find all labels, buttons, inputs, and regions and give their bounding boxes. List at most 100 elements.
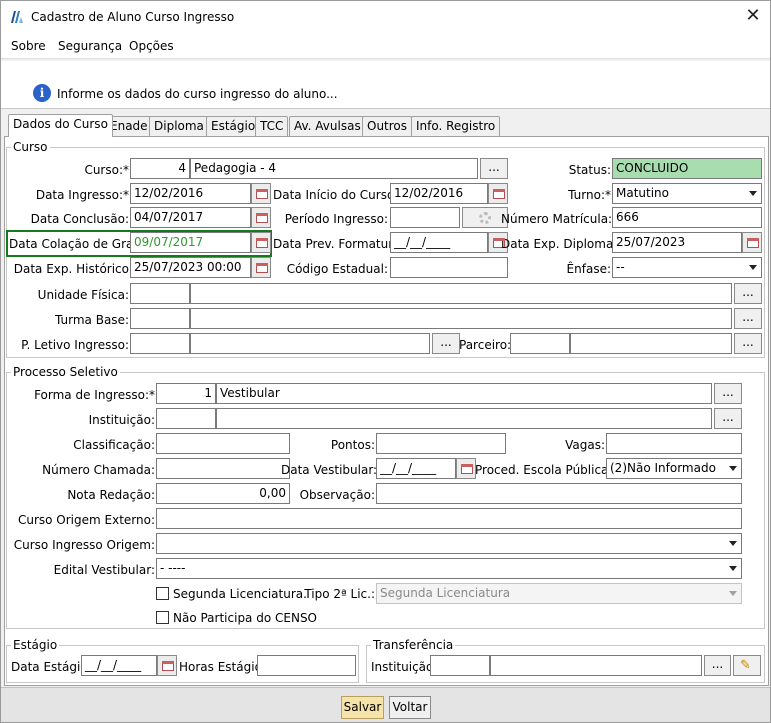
window-title: Cadastro de Aluno Curso Ingresso xyxy=(31,10,235,24)
nota-redacao-input[interactable]: 0,00 xyxy=(156,483,290,504)
proced-escola-label: Proced. Escola Pública:* xyxy=(475,463,619,477)
calendar-icon-data-exp-historico[interactable] xyxy=(251,257,271,278)
instituicao-name-input[interactable] xyxy=(216,408,712,429)
proced-escola-select[interactable]: (2)Não Informado xyxy=(606,458,742,479)
periodo-ingresso-label: Período Ingresso: xyxy=(284,212,388,226)
periodo-ingresso-input[interactable] xyxy=(390,207,460,228)
observacao-input[interactable] xyxy=(376,483,742,504)
p-letivo-name-input[interactable] xyxy=(190,333,430,354)
unidade-fisica-label: Unidade Física: xyxy=(37,288,129,302)
instituicao-code-input[interactable] xyxy=(156,408,216,429)
parceiro-name-input[interactable] xyxy=(570,333,732,354)
calendar-icon-data-ingresso[interactable] xyxy=(251,183,271,204)
turma-base-lookup-button[interactable]: ... xyxy=(734,308,762,329)
curso-name-input[interactable]: Pedagogia - 4 xyxy=(190,158,478,179)
curso-lookup-button[interactable]: ... xyxy=(480,158,508,179)
nota-redacao-label: Nota Redação: xyxy=(67,488,155,502)
unidade-fisica-lookup-button[interactable]: ... xyxy=(734,283,762,304)
close-icon[interactable]: ✕ xyxy=(742,5,764,27)
transferencia-instituicao-code-input[interactable] xyxy=(430,655,490,676)
turma-base-code-input[interactable] xyxy=(130,308,190,329)
calendar-icon-data-colacao[interactable] xyxy=(251,232,271,253)
tab-info-registro[interactable]: Info. Registro xyxy=(411,116,501,136)
data-vestibular-input[interactable]: __/__/____ xyxy=(376,458,456,479)
data-colacao-input[interactable]: 09/07/2017 xyxy=(130,232,251,253)
data-exp-diploma-label: Data Exp. Diploma: xyxy=(501,237,618,251)
footer-bar: Salvar Voltar xyxy=(1,687,770,722)
numero-chamada-input[interactable] xyxy=(156,458,290,479)
p-letivo-lookup-button[interactable]: ... xyxy=(432,333,460,354)
transferencia-edit-button[interactable]: ✎ xyxy=(733,655,761,676)
voltar-button[interactable]: Voltar xyxy=(389,696,431,719)
calendar-icon-data-vestibular[interactable] xyxy=(456,458,476,479)
p-letivo-code-input[interactable] xyxy=(130,333,190,354)
forma-ingresso-label: Forma de Ingresso:* xyxy=(34,388,155,402)
tab-diploma[interactable]: Diploma xyxy=(149,116,209,136)
calendar-icon-data-inicio[interactable] xyxy=(488,183,508,204)
menu-seguranca[interactable]: Segurança xyxy=(58,39,122,53)
unidade-fisica-code-input[interactable] xyxy=(130,283,190,304)
menu-opcoes[interactable]: Opções xyxy=(129,39,174,53)
classificacao-input[interactable] xyxy=(156,433,290,454)
unidade-fisica-name-input[interactable] xyxy=(190,283,732,304)
data-ingresso-input[interactable]: 12/02/2016 xyxy=(130,183,251,204)
data-inicio-label: Data Início do Curso: xyxy=(273,188,399,202)
forma-ingresso-code-input[interactable]: 1 xyxy=(156,383,216,404)
calendar-icon-data-exp-diploma[interactable] xyxy=(742,232,762,253)
observacao-label: Observação: xyxy=(299,488,375,502)
edital-vestibular-select[interactable]: - ---- xyxy=(156,558,742,579)
curso-code-input[interactable]: 4 xyxy=(130,158,190,179)
transferencia-lookup-button[interactable]: ... xyxy=(704,655,731,676)
codigo-estadual-label: Código Estadual: xyxy=(286,262,388,276)
parceiro-code-input[interactable] xyxy=(510,333,570,354)
edital-vestibular-label: Edital Vestibular: xyxy=(53,563,155,577)
codigo-estadual-input[interactable] xyxy=(390,257,508,278)
salvar-button[interactable]: Salvar xyxy=(341,696,384,719)
data-inicio-input[interactable]: 12/02/2016 xyxy=(390,183,488,204)
enfase-selected-value: -- xyxy=(616,260,625,274)
nao-participa-censo-checkbox[interactable] xyxy=(156,611,169,624)
calendar-icon-data-estagio[interactable] xyxy=(157,655,177,676)
tab-tcc[interactable]: TCC xyxy=(255,116,289,136)
turno-selected-value: Matutino xyxy=(616,186,670,200)
proced-escola-selected-value: (2)Não Informado xyxy=(610,461,716,475)
tipo-2a-lic-select[interactable]: Segunda Licenciatura xyxy=(376,583,742,604)
data-prev-formatura-input[interactable]: __/__/____ xyxy=(390,232,488,253)
vagas-label: Vagas: xyxy=(565,438,605,452)
tab-outros[interactable]: Outros xyxy=(362,116,413,136)
data-exp-historico-label: Data Exp. Histórico xyxy=(13,262,129,276)
data-colacao-label: Data Colação de Grau: xyxy=(9,237,146,251)
curso-label: Curso:* xyxy=(84,163,129,177)
segunda-licenciatura-checkbox[interactable] xyxy=(156,587,169,600)
instituicao-lookup-button[interactable]: ... xyxy=(714,408,742,429)
app-logo-icon xyxy=(11,11,23,23)
curso-origem-externo-label: Curso Origem Externo: xyxy=(17,513,155,527)
turma-base-name-input[interactable] xyxy=(190,308,732,329)
tab-dados-do-curso[interactable]: Dados do Curso xyxy=(8,114,113,137)
forma-ingresso-lookup-button[interactable]: ... xyxy=(714,383,742,404)
numero-matricula-input[interactable]: 666 xyxy=(612,207,762,228)
curso-ingresso-origem-select[interactable] xyxy=(156,533,742,554)
tab-estagio[interactable]: Estágio xyxy=(206,116,261,136)
menu-sobre[interactable]: Sobre xyxy=(11,39,46,53)
data-estagio-input[interactable]: __/__/____ xyxy=(81,655,157,676)
tab-av-avulsas[interactable]: Av. Avulsas xyxy=(289,116,366,136)
enfase-select[interactable]: -- xyxy=(612,257,762,278)
data-exp-diploma-input[interactable]: 25/07/2023 xyxy=(612,232,742,253)
curso-ingresso-origem-label: Curso Ingresso Origem: xyxy=(13,538,155,552)
data-exp-historico-input[interactable]: 25/07/2023 00:00 xyxy=(130,257,251,278)
forma-ingresso-name-input[interactable]: Vestibular xyxy=(216,383,712,404)
turno-select[interactable]: Matutino xyxy=(612,183,762,204)
turno-label: Turno:* xyxy=(568,188,611,202)
parceiro-lookup-button[interactable]: ... xyxy=(734,333,762,354)
transferencia-instituicao-name-input[interactable] xyxy=(490,655,702,676)
vagas-input[interactable] xyxy=(606,433,742,454)
calendar-icon-data-conclusao[interactable] xyxy=(251,207,271,228)
data-estagio-label: Data Estágio: xyxy=(11,660,92,674)
parceiro-label: Parceiro: xyxy=(459,338,512,352)
pontos-input[interactable] xyxy=(376,433,506,454)
horas-estagio-input[interactable] xyxy=(257,655,356,676)
p-letivo-label: P. Letivo Ingresso: xyxy=(21,338,129,352)
curso-origem-externo-input[interactable] xyxy=(156,508,742,529)
data-conclusao-input[interactable]: 04/07/2017 xyxy=(130,207,251,228)
